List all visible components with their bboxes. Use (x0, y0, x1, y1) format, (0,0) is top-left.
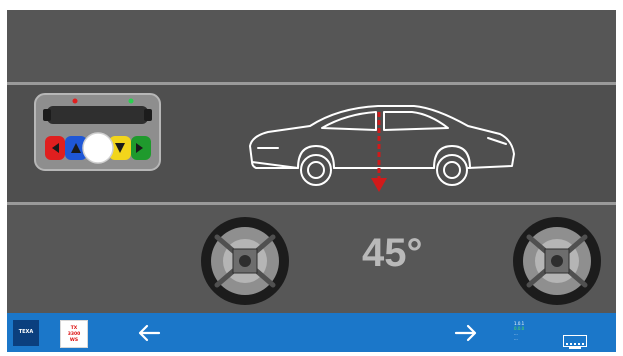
angle-value: 45 (362, 231, 407, 275)
car-outline-icon (238, 100, 520, 196)
product-logo-line-2: 3300 (67, 332, 81, 337)
arrow-right-icon[interactable] (451, 318, 481, 348)
brand-logo-text: TEXA (18, 329, 34, 335)
keyboard-icon[interactable] (563, 335, 587, 349)
product-logo: TX 3300 WS (60, 320, 88, 348)
remote-control-icon (33, 92, 162, 172)
right-wheel-clamp-icon (511, 215, 603, 307)
brand-logo: TEXA (13, 320, 39, 346)
info-line-4: ... (514, 336, 518, 341)
angle-readout: 45° (362, 228, 452, 278)
status-info: 1.0.1 0.0.0 ... ... (514, 321, 554, 341)
left-wheel-clamp-icon (199, 215, 291, 307)
top-band (7, 10, 616, 82)
angle-unit: ° (406, 231, 423, 275)
bottom-toolbar: TEXA TX 3300 WS 1.0.1 0.0.0 ... ... (7, 313, 616, 352)
product-logo-line-3: WS (69, 338, 79, 343)
product-logo-line-1: TX (70, 326, 78, 331)
arrow-left-icon[interactable] (134, 318, 164, 348)
